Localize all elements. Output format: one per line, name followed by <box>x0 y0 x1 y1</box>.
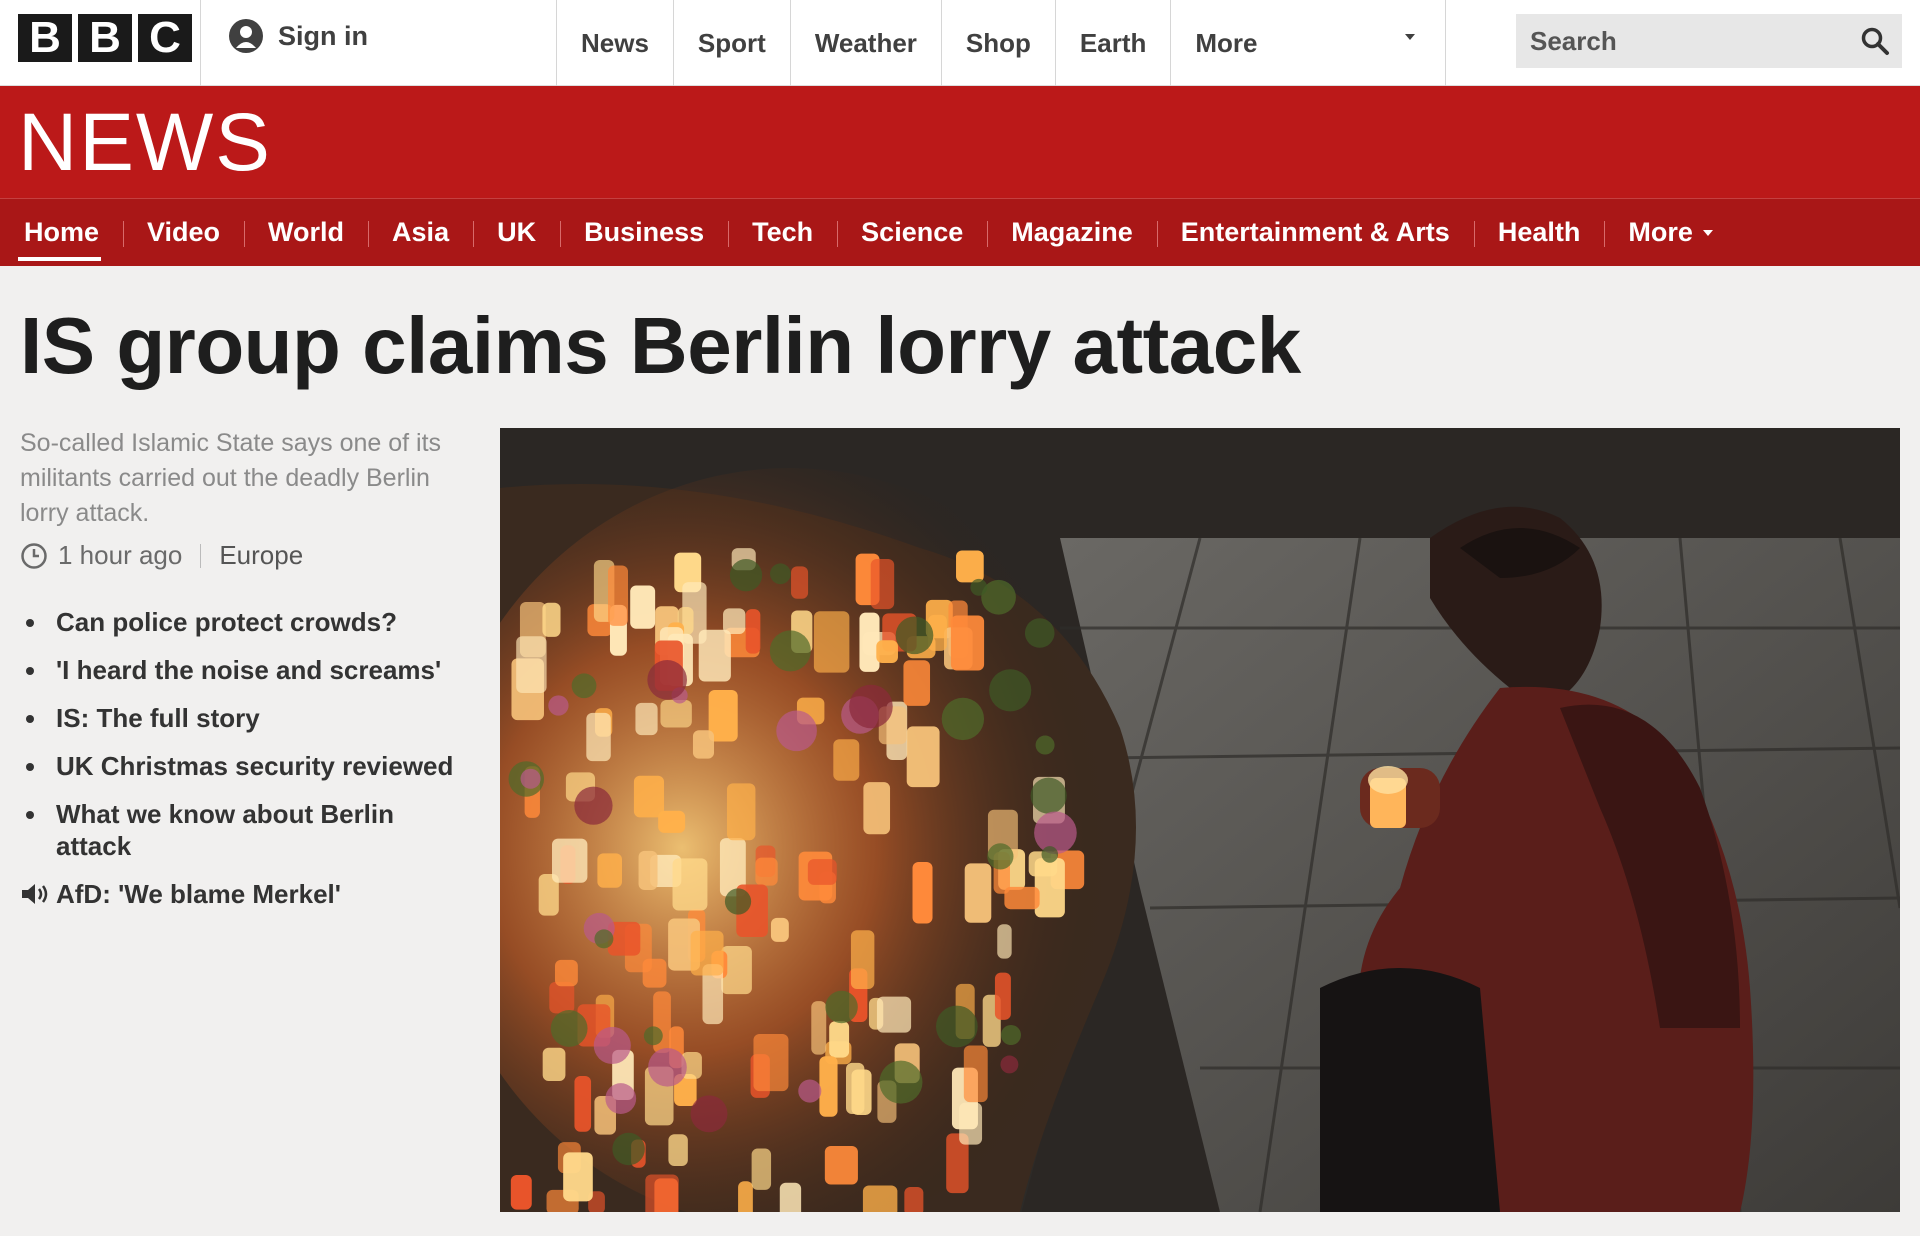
news-wordmark[interactable]: NEWS <box>18 96 272 190</box>
divider <box>200 0 201 86</box>
search-button[interactable] <box>1854 20 1896 62</box>
related-audio-link[interactable]: AfD: 'We blame Merkel' <box>22 878 462 910</box>
news-nav-health[interactable]: Health <box>1473 199 1605 267</box>
news-nav-more-label: More <box>1628 217 1693 247</box>
related-link[interactable]: Can police protect crowds? <box>22 606 462 638</box>
related-link[interactable]: UK Christmas security reviewed <box>22 750 462 782</box>
caret-down-icon <box>1405 34 1416 40</box>
story-image[interactable] <box>500 428 1900 1212</box>
news-nav-business[interactable]: Business <box>560 199 728 267</box>
story-section-link[interactable]: Europe <box>219 540 303 571</box>
bbc-masthead: B B C Sign in News Sport Weather Shop Ea… <box>0 0 1920 86</box>
top-nav-shop[interactable]: Shop <box>940 0 1055 86</box>
related-link-text: IS: The full story <box>56 703 260 733</box>
related-link-text: 'I heard the noise and screams' <box>56 655 442 685</box>
bullet-icon <box>26 667 34 675</box>
news-header: NEWS Home Video World Asia UK Business T… <box>0 86 1920 266</box>
top-nav-weather[interactable]: Weather <box>789 0 941 86</box>
speaker-icon <box>22 884 48 904</box>
top-nav-more-label: More <box>1195 27 1258 58</box>
top-nav-sport[interactable]: Sport <box>672 0 790 86</box>
top-nav: News Sport Weather Shop Earth More <box>556 0 1447 86</box>
related-link-text: UK Christmas security reviewed <box>56 751 454 781</box>
news-nav-video[interactable]: Video <box>123 199 244 267</box>
bullet-icon <box>26 763 34 771</box>
search-icon <box>1861 27 1889 55</box>
news-nav-magazine[interactable]: Magazine <box>987 199 1157 267</box>
related-link-text: AfD: 'We blame Merkel' <box>56 879 341 909</box>
news-nav-world[interactable]: World <box>244 199 368 267</box>
clock-icon <box>21 542 47 569</box>
logo-letter: B <box>78 14 132 62</box>
news-nav-asia[interactable]: Asia <box>368 199 473 267</box>
related-link-text: Can police protect crowds? <box>56 607 397 637</box>
logo-letter: B <box>18 14 72 62</box>
news-nav-entertainment-arts[interactable]: Entertainment & Arts <box>1156 199 1474 267</box>
related-link[interactable]: What we know about Berlin attack <box>22 798 462 862</box>
bullet-icon <box>26 619 34 627</box>
person-icon <box>229 19 263 53</box>
bbc-logo[interactable]: B B C <box>18 14 192 62</box>
sign-in-label: Sign in <box>278 20 368 51</box>
related-link-text: What we know about Berlin attack <box>56 799 395 861</box>
top-nav-more[interactable]: More <box>1170 0 1447 86</box>
news-nav: Home Video World Asia UK Business Tech S… <box>0 198 1920 266</box>
candle-vigil-photo <box>500 428 1900 1212</box>
story-summary: So-called Islamic State says one of its … <box>20 429 442 527</box>
news-nav-uk[interactable]: UK <box>473 199 560 267</box>
logo-letter: C <box>138 14 192 62</box>
sign-in-link[interactable]: Sign in <box>228 18 368 54</box>
story-meta: 1 hour ago Europe <box>20 540 303 571</box>
caret-down-icon <box>1702 229 1713 236</box>
search-input[interactable] <box>1516 14 1836 68</box>
divider <box>200 543 202 568</box>
top-nav-earth[interactable]: Earth <box>1054 0 1170 86</box>
related-links: Can police protect crowds? 'I heard the … <box>22 606 462 926</box>
news-nav-tech[interactable]: Tech <box>728 199 837 267</box>
story-timestamp: 1 hour ago <box>58 540 183 570</box>
top-nav-news[interactable]: News <box>556 0 673 86</box>
news-nav-science[interactable]: Science <box>837 199 987 267</box>
related-link[interactable]: 'I heard the noise and screams' <box>22 654 462 686</box>
bullet-icon <box>26 811 34 819</box>
search-box <box>1516 14 1902 68</box>
story-headline[interactable]: IS group claims Berlin lorry attack <box>20 300 1301 392</box>
news-nav-home[interactable]: Home <box>0 199 123 267</box>
related-link[interactable]: IS: The full story <box>22 702 462 734</box>
news-nav-more[interactable]: More <box>1604 199 1737 267</box>
bullet-icon <box>26 715 34 723</box>
